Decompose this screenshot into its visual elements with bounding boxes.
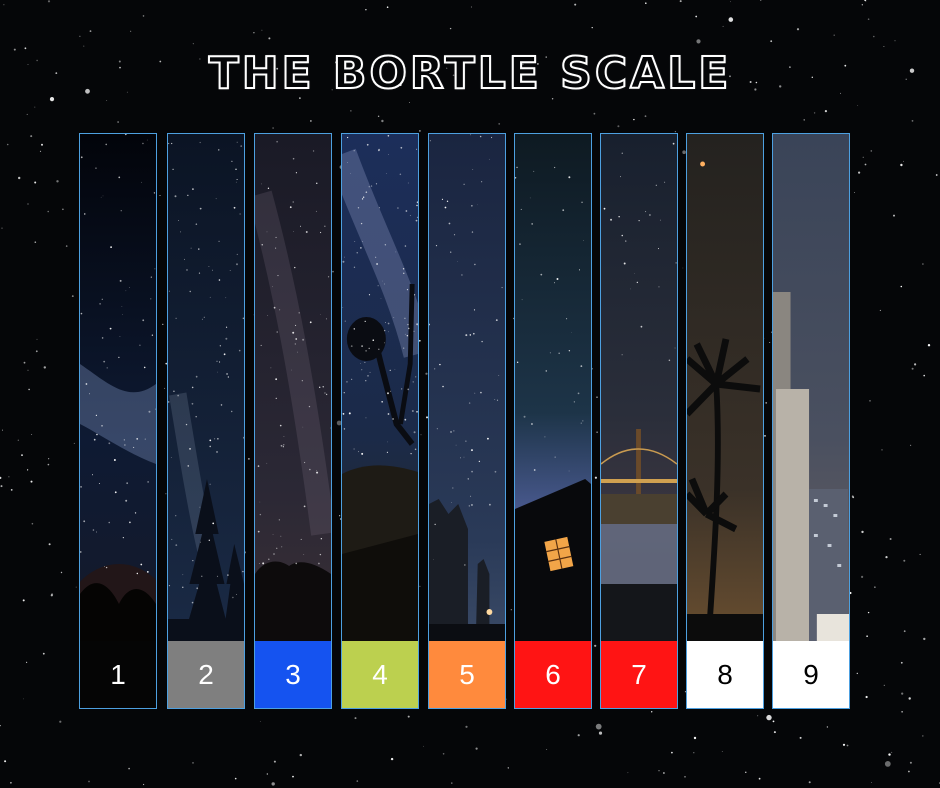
palm-trees-scene-image — [687, 134, 763, 641]
bortle-level-9-label: 9 — [803, 658, 819, 690]
bortle-level-9-box: 9 — [773, 641, 849, 708]
bridge-city-scene-image — [601, 134, 677, 641]
bortle-panel-4: 4 — [341, 133, 419, 709]
bortle-level-7-box: 7 — [601, 641, 677, 708]
bortle-level-4-label: 4 — [372, 658, 388, 690]
bortle-level-1-box: 1 — [80, 641, 156, 708]
joshua-tree-scene-image — [342, 134, 418, 641]
bortle-level-3-label: 3 — [285, 658, 301, 690]
bortle-level-7-label: 7 — [631, 658, 647, 690]
bortle-panel-8: 8 — [686, 133, 764, 709]
bortle-level-8-label: 8 — [717, 658, 733, 690]
bortle-level-6-label: 6 — [545, 658, 561, 690]
bortle-level-5-label: 5 — [459, 658, 475, 690]
bortle-level-2-box: 2 — [168, 641, 244, 708]
bortle-level-3-box: 3 — [255, 641, 331, 708]
pine-trees-scene-image — [168, 134, 244, 641]
bortle-level-4-box: 4 — [342, 641, 418, 708]
bortle-panel-1: 1 — [79, 133, 157, 709]
house-window-scene-image — [515, 134, 591, 641]
dark-sky-scene-image — [80, 134, 156, 641]
bortle-panel-9: 9 — [772, 133, 850, 709]
bortle-level-1-label: 1 — [110, 658, 126, 690]
bortle-panel-5: 5 — [428, 133, 506, 709]
bortle-level-8-box: 8 — [687, 641, 763, 708]
bortle-panels: 1 2 3 4 5 6 7 8 9 — [0, 0, 940, 788]
bortle-level-2-label: 2 — [198, 658, 214, 690]
rocks-scene-image — [429, 134, 505, 641]
bortle-panel-3: 3 — [254, 133, 332, 709]
city-buildings-scene-image — [773, 134, 849, 641]
bortle-panel-2: 2 — [167, 133, 245, 709]
hills-scene-image — [255, 134, 331, 641]
bortle-panel-7: 7 — [600, 133, 678, 709]
bortle-panel-6: 6 — [514, 133, 592, 709]
bortle-level-6-box: 6 — [515, 641, 591, 708]
bortle-level-5-box: 5 — [429, 641, 505, 708]
